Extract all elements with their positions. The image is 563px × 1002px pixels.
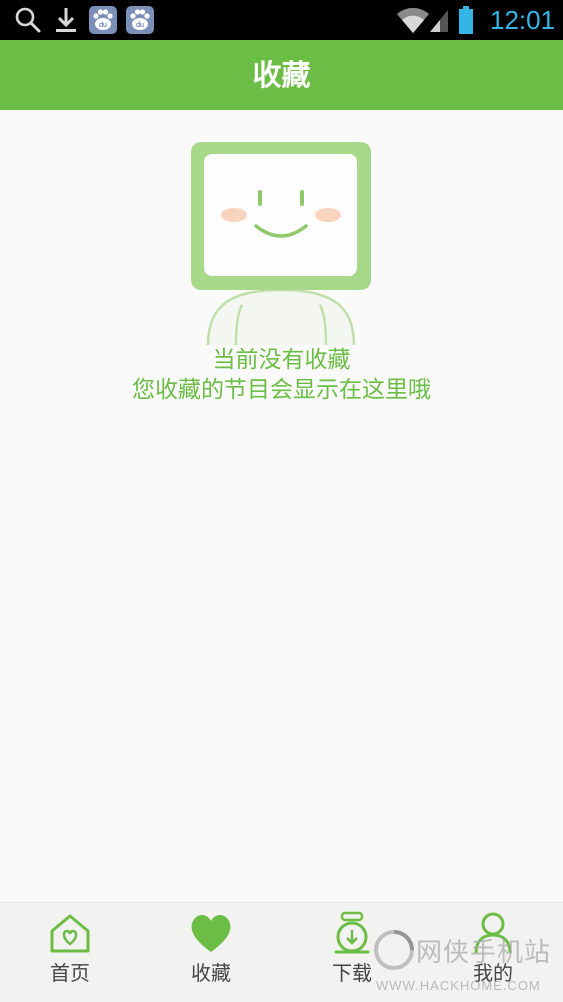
wifi-icon bbox=[397, 7, 429, 34]
watermark-logo-icon bbox=[374, 930, 414, 970]
status-bar: du du 12:01 bbox=[0, 0, 563, 40]
empty-mascot-illustration bbox=[191, 142, 371, 345]
baidu-icon: du bbox=[89, 6, 117, 34]
nav-label-favorites: 收藏 bbox=[191, 961, 231, 985]
baidu-icon: du bbox=[126, 6, 154, 34]
nav-item-favorites[interactable]: 收藏 bbox=[151, 903, 271, 1002]
signal-icon bbox=[430, 10, 448, 32]
search-icon bbox=[15, 7, 41, 33]
watermark: 网侠手机站 WWW.HACKHOME.COM bbox=[370, 928, 560, 998]
svg-text:du: du bbox=[136, 22, 144, 29]
page-title: 收藏 bbox=[252, 58, 311, 92]
nav-item-home[interactable]: 首页 bbox=[10, 903, 130, 1002]
home-icon bbox=[50, 914, 90, 953]
watermark-url: WWW.HACKHOME.COM bbox=[376, 978, 541, 993]
title-bar: 收藏 bbox=[0, 40, 563, 110]
empty-title: 当前没有收藏 bbox=[212, 347, 351, 373]
download-icon bbox=[56, 8, 76, 32]
nav-label-home: 首页 bbox=[50, 961, 90, 985]
status-time: 12:01 bbox=[490, 5, 556, 35]
watermark-text: 网侠手机站 bbox=[416, 938, 552, 968]
empty-subtitle: 您收藏的节目会显示在这里哦 bbox=[132, 377, 431, 403]
download-icon bbox=[334, 911, 370, 954]
heart-icon bbox=[191, 915, 231, 952]
battery-icon bbox=[459, 6, 473, 34]
svg-text:du: du bbox=[99, 22, 107, 29]
